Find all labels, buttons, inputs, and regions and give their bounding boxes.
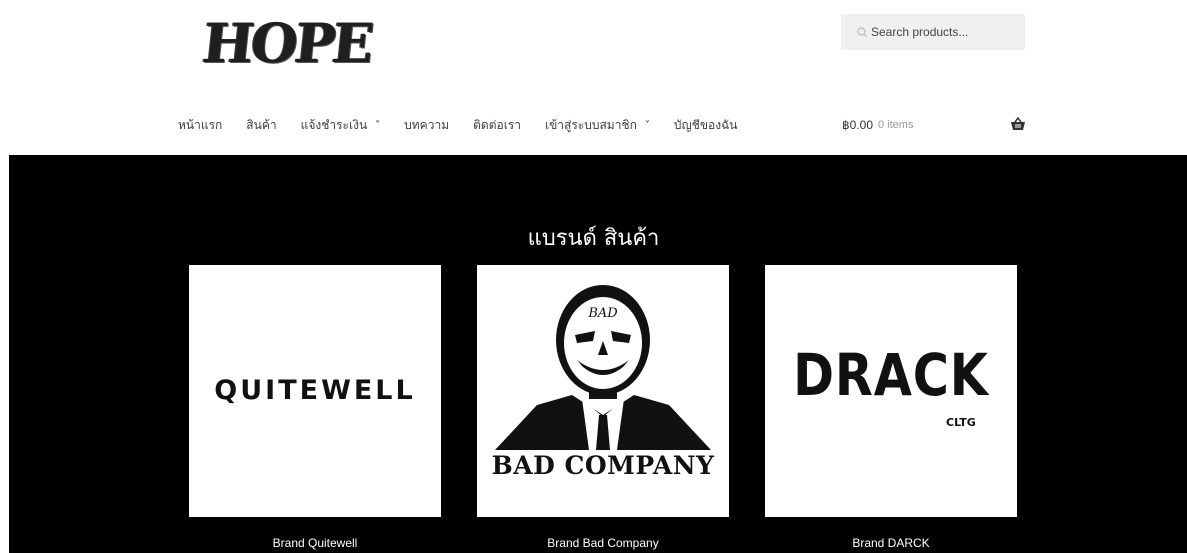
nav-item-label: แจ้งชำระเงิน: [300, 117, 368, 132]
quitewell-logo: QUITEWELL: [214, 375, 416, 406]
basket-icon[interactable]: [1010, 117, 1026, 131]
nav-item-articles[interactable]: บทความ: [404, 116, 449, 135]
search-input[interactable]: [871, 25, 1011, 39]
nav-item-contact[interactable]: ติดต่อเรา: [473, 116, 521, 135]
chevron-down-icon: ˅: [375, 119, 381, 131]
nav-item-home[interactable]: หน้าแรก: [178, 116, 222, 135]
nav-item-label: เข้าสู่ระบบสมาชิก: [544, 117, 637, 132]
nav-item-account[interactable]: บัญชีของฉัน: [674, 116, 738, 135]
search-box[interactable]: [841, 14, 1025, 50]
nav-item-label: หน้าแรก: [178, 117, 223, 132]
cart-summary[interactable]: ฿0.00 0 items: [842, 116, 913, 134]
brand-label-quitewell[interactable]: Brand Quitewell: [189, 536, 441, 550]
search-icon: [853, 23, 871, 41]
nav-item-payment[interactable]: แจ้งชำระเงิน ˅: [301, 116, 381, 135]
brand-label-darck[interactable]: Brand DARCK: [765, 536, 1017, 550]
nav-item-label: สินค้า: [246, 117, 277, 132]
site-logo[interactable]: HOPE: [200, 11, 375, 75]
mask-text: BAD: [587, 306, 618, 321]
nav-item-login[interactable]: เข้าสู่ระบบสมาชิก ˅: [545, 116, 650, 135]
section-title: แบรนด์ สินค้า: [527, 226, 660, 251]
nav-item-products[interactable]: สินค้า: [246, 116, 276, 135]
brand-card-quitewell[interactable]: QUITEWELL: [189, 265, 441, 517]
nav-item-label: บัญชีของฉัน: [673, 117, 738, 132]
bad-company-logo-text: BAD COMPANY: [491, 451, 715, 480]
brand-card-bad-company[interactable]: BAD BAD COMPANY: [477, 265, 729, 517]
nav-item-label: ติดต่อเรา: [473, 117, 521, 132]
main-nav: หน้าแรก สินค้า แจ้งชำระเงิน ˅ บทความ ติดต…: [178, 116, 762, 134]
chevron-down-icon: ˅: [644, 119, 650, 131]
nav-item-label: บทความ: [404, 117, 450, 132]
cart-amount: ฿0.00: [842, 118, 873, 132]
drack-logo-subtext: CLTG: [946, 416, 976, 429]
brand-label-bad-company[interactable]: Brand Bad Company: [477, 536, 729, 550]
drack-logo: DRACK: [793, 341, 989, 409]
cart-count: 0 items: [878, 119, 914, 131]
brand-card-darck[interactable]: DRACK CLTG: [765, 265, 1017, 517]
